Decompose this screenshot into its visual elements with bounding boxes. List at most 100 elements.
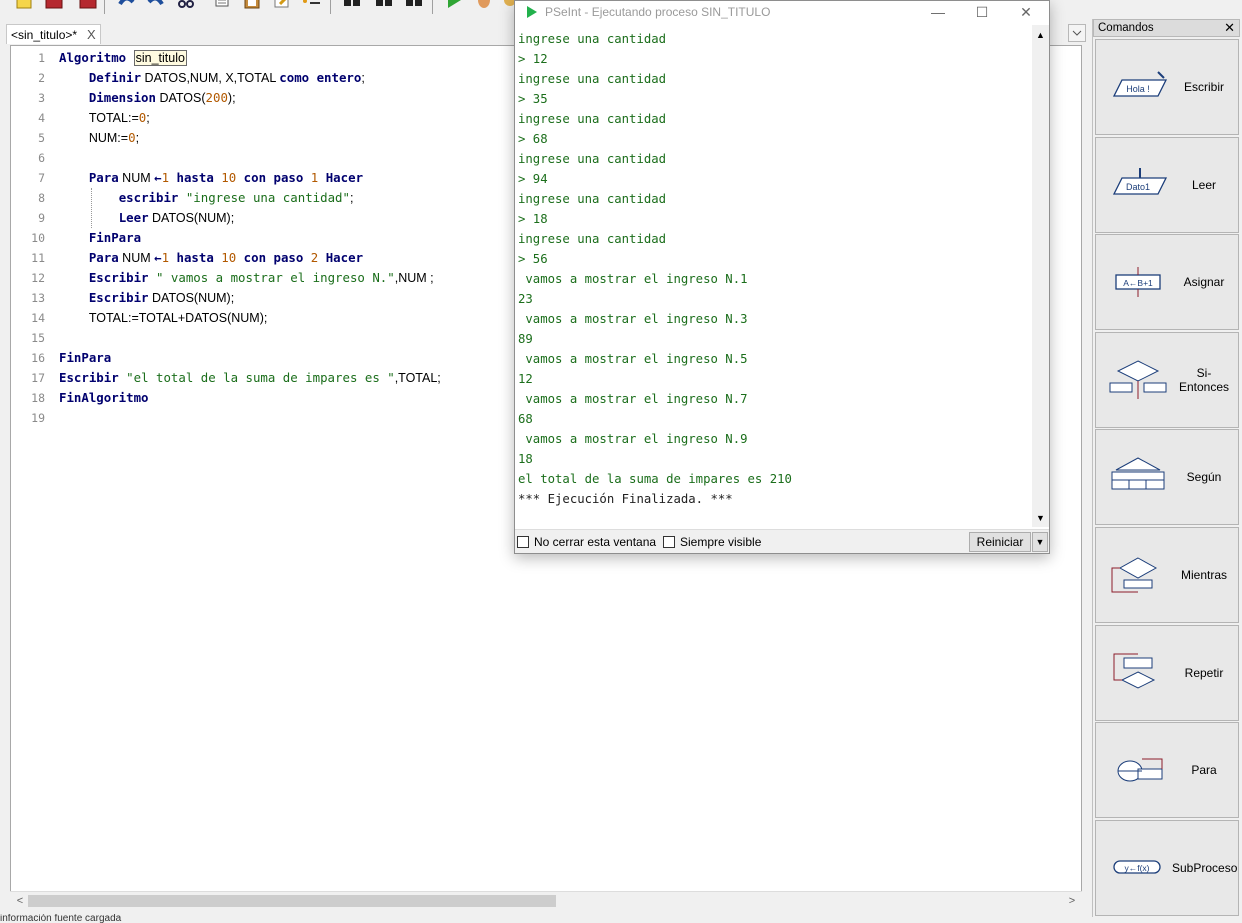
output-vertical-scrollbar[interactable]: ▲ ▼ [1032, 25, 1049, 527]
output-line: > 94 [518, 172, 548, 186]
command-repetir[interactable]: Repetir [1095, 624, 1239, 721]
output-line: ingrese una cantidad [518, 72, 667, 86]
svg-text:y←f(x): y←f(x) [1124, 863, 1149, 873]
code-token: TOTAL:=TOTAL+DATOS(NUM); [88, 311, 268, 325]
line-number: 6 [38, 151, 45, 165]
code-token: DATOS( [155, 91, 206, 105]
code-text: Dimension DATOS(200); [59, 88, 236, 108]
command-label: SubProceso [1172, 860, 1238, 875]
search-next-icon[interactable] [374, 0, 394, 14]
paste-icon[interactable] [242, 0, 262, 14]
undo-icon[interactable] [116, 0, 136, 14]
code-token: 10 [221, 170, 237, 185]
status-bar: información fuente cargada [0, 914, 122, 923]
toolbar-separator [330, 0, 331, 14]
command-leer[interactable]: Dato1 Leer [1095, 136, 1239, 233]
code-token: 1 [161, 170, 170, 185]
code-text: Para NUM ←1 hasta 10 con paso 2 Hacer [59, 248, 363, 268]
execution-window-titlebar[interactable]: PSeInt - Ejecutando proceso SIN_TITULO —… [515, 1, 1049, 25]
save-icon[interactable] [44, 0, 64, 14]
scroll-right-icon[interactable]: > [1064, 892, 1080, 910]
code-token: NUM [118, 171, 155, 185]
scroll-left-icon[interactable]: < [12, 892, 28, 910]
copy-icon[interactable] [212, 0, 232, 14]
reiniciar-dropdown-icon[interactable]: ▼ [1032, 532, 1048, 552]
code-text: TOTAL:=0; [59, 108, 150, 128]
command-label: Para [1191, 763, 1217, 778]
scrollbar-thumb[interactable] [28, 895, 556, 907]
output-line: vamos a mostrar el ingreso N.9 [518, 432, 748, 446]
output-line: ingrese una cantidad [518, 152, 667, 166]
no-cerrar-checkbox[interactable] [517, 536, 529, 548]
line-number: 16 [31, 351, 45, 365]
output-line: ingrese una cantidad [518, 192, 667, 206]
line-number: 11 [31, 251, 45, 265]
output-line: 68 [518, 412, 533, 426]
code-token: "ingrese una cantidad" [178, 190, 350, 205]
code-token: ; [146, 111, 150, 125]
command-label: Según [1186, 470, 1222, 485]
code-text: FinPara [59, 228, 141, 248]
code-text: Algoritmo sin_titulo [59, 48, 187, 68]
command-mientras[interactable]: Mientras [1095, 527, 1239, 623]
command-asignar[interactable]: A←B+1 Asignar [1095, 234, 1239, 331]
command-si-entonces[interactable]: Si-Entonces [1095, 331, 1239, 428]
code-token: FinPara [59, 350, 112, 365]
editor-horizontal-scrollbar[interactable]: < > [10, 891, 1082, 909]
code-text: Escribir DATOS(NUM); [59, 288, 234, 308]
code-token: NUM:= [88, 131, 129, 145]
close-icon[interactable]: ✕ [1003, 1, 1049, 25]
execution-window-footer: No cerrar esta ventana Siempre visible R… [515, 529, 1049, 553]
save-as-icon[interactable] [78, 0, 98, 14]
output-line: vamos a mostrar el ingreso N.5 [518, 352, 748, 366]
run-icon[interactable] [444, 0, 464, 14]
minimize-icon[interactable]: — [915, 1, 961, 25]
code-token: ,NUM ; [394, 271, 434, 285]
escribir-icon: Hola ! [1104, 62, 1174, 112]
mientras-icon [1104, 550, 1174, 600]
code-text: Definir DATOS,NUM, X,TOTAL como entero; [59, 68, 365, 88]
code-text: Escribir " vamos a mostrar el ingreso N.… [59, 268, 434, 288]
tab-list-dropdown-icon[interactable] [1068, 24, 1086, 42]
reiniciar-button[interactable]: Reiniciar [969, 532, 1031, 552]
output-line: vamos a mostrar el ingreso N.7 [518, 392, 748, 406]
command-label: Asignar [1183, 275, 1225, 290]
code-token: 10 [221, 250, 237, 265]
command-escribir[interactable]: Hola ! Escribir [1095, 39, 1239, 135]
algorithm-name-token: sin_titulo [133, 50, 187, 66]
maximize-icon[interactable]: ☐ [959, 1, 1005, 25]
line-number: 10 [31, 231, 45, 245]
close-icon[interactable]: ✕ [1224, 20, 1235, 36]
output-line: vamos a mostrar el ingreso N.3 [518, 312, 748, 326]
step-icon[interactable] [474, 0, 494, 14]
command-seg-n[interactable]: Según [1095, 429, 1239, 526]
line-number: 7 [38, 171, 45, 185]
code-token: DATOS(NUM); [148, 211, 235, 225]
code-token: escribir [118, 190, 179, 205]
output-line: > 12 [518, 52, 548, 66]
scroll-up-icon[interactable]: ▲ [1032, 27, 1049, 44]
tab-sin-titulo[interactable]: <sin_titulo>* X [6, 24, 101, 44]
indent-icon[interactable] [302, 0, 322, 14]
scroll-down-icon[interactable]: ▼ [1032, 510, 1049, 527]
cut-icon[interactable] [176, 0, 196, 14]
code-token: con paso [236, 170, 311, 185]
execution-window: PSeInt - Ejecutando proceso SIN_TITULO —… [514, 0, 1050, 554]
search-icon[interactable] [342, 0, 362, 14]
command-subproceso[interactable]: y←f(x) SubProceso [1095, 819, 1239, 916]
tab-close-icon[interactable]: X [87, 27, 96, 42]
indent-guide [91, 188, 92, 228]
leer-icon: Dato1 [1104, 160, 1174, 210]
redo-icon[interactable] [146, 0, 166, 14]
svg-text:Dato1: Dato1 [1126, 182, 1150, 192]
edit-icon[interactable] [272, 0, 292, 14]
window-title: PSeInt - Ejecutando proceso SIN_TITULO [545, 5, 771, 19]
replace-icon[interactable] [404, 0, 424, 14]
siempre-visible-checkbox[interactable] [663, 536, 675, 548]
command-para[interactable]: Para [1095, 722, 1239, 819]
new-file-icon[interactable] [14, 0, 34, 14]
